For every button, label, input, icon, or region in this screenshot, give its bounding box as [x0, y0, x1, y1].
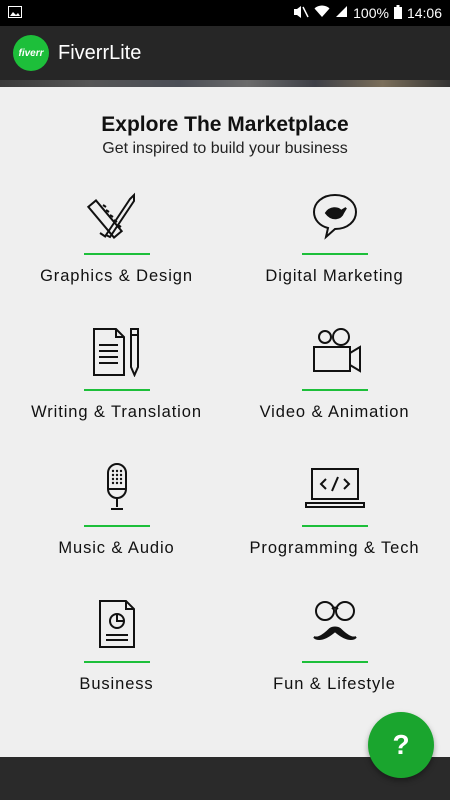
category-label: Fun & Lifestyle: [273, 675, 396, 693]
page-subtitle: Get inspired to build your business: [102, 140, 348, 157]
category-underline: [84, 661, 150, 663]
category-underline: [302, 525, 368, 527]
battery-icon: [393, 4, 402, 22]
category-label: Graphics & Design: [40, 267, 193, 285]
report-document-icon: [86, 599, 148, 649]
category-fun-lifestyle[interactable]: Fun & Lifestyle: [222, 599, 447, 729]
category-music-audio[interactable]: Music & Audio: [4, 463, 229, 593]
mute-icon: [293, 5, 309, 22]
category-label: Digital Marketing: [265, 267, 404, 285]
help-button[interactable]: ?: [368, 712, 434, 778]
category-label: Programming & Tech: [249, 539, 420, 557]
signal-icon: [335, 5, 348, 21]
category-label: Business: [79, 675, 154, 693]
category-programming-tech[interactable]: Programming & Tech: [222, 463, 447, 593]
gallery-notification-icon: [8, 5, 22, 21]
battery-percent: 100%: [353, 5, 389, 21]
laptop-code-icon: [304, 463, 366, 513]
status-bar: 100% 14:06: [0, 0, 450, 26]
clock: 14:06: [406, 5, 442, 21]
category-label: Writing & Translation: [31, 403, 202, 421]
design-tools-icon: [86, 191, 148, 241]
category-underline: [302, 389, 368, 391]
category-underline: [84, 253, 150, 255]
video-camera-icon: [304, 327, 366, 377]
category-underline: [302, 253, 368, 255]
app-title: FiverrLite: [58, 41, 142, 64]
app-bar: fiverr FiverrLite: [0, 26, 450, 80]
hero-image-strip: [0, 80, 450, 87]
category-underline: [84, 525, 150, 527]
fiverr-logo: fiverr: [13, 35, 49, 71]
category-writing-translation[interactable]: Writing & Translation: [4, 327, 229, 457]
speech-bubble-bird-icon: [304, 191, 366, 241]
document-pencil-icon: [86, 327, 148, 378]
help-button-label: ?: [392, 729, 410, 760]
category-underline: [84, 389, 150, 391]
glasses-mustache-icon: [304, 599, 366, 649]
category-video-animation[interactable]: Video & Animation: [222, 327, 447, 457]
category-underline: [302, 661, 368, 663]
category-label: Video & Animation: [259, 403, 410, 421]
microphone-icon: [86, 463, 148, 513]
wifi-icon: [314, 5, 330, 21]
category-digital-marketing[interactable]: Digital Marketing: [222, 191, 447, 321]
category-graphics-design[interactable]: Graphics & Design: [4, 191, 229, 321]
page-title: Explore The Marketplace: [101, 113, 349, 136]
category-label: Music & Audio: [58, 539, 175, 557]
category-business[interactable]: Business: [4, 599, 229, 729]
marketplace-section: Explore The Marketplace Get inspired to …: [0, 87, 450, 757]
